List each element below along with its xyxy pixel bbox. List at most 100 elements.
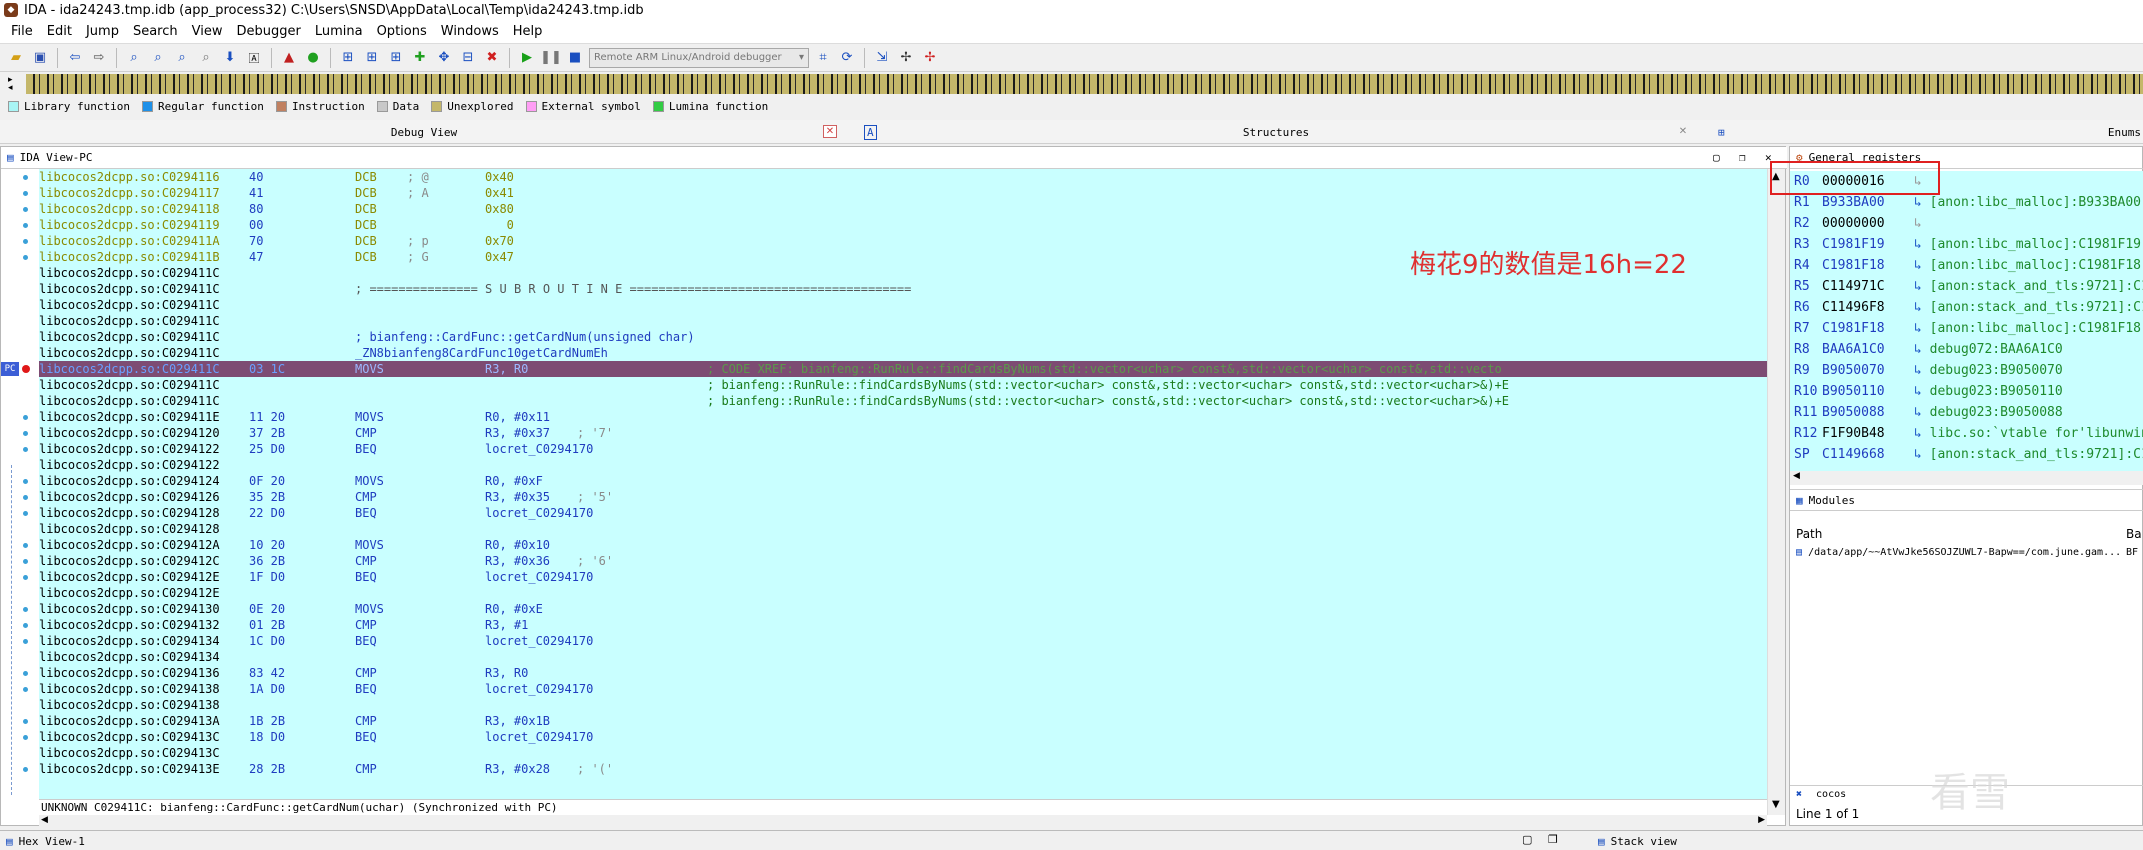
- disasm-line[interactable]: libcocos2dcpp.so:C029411C: [39, 313, 1767, 329]
- disasm-line[interactable]: libcocos2dcpp.so:C029413A 1B 2B CMP R3, #0x…: [39, 713, 1767, 729]
- menu-options[interactable]: Options: [370, 24, 434, 39]
- breakpoint-slot[interactable]: [23, 719, 28, 724]
- disasm-line[interactable]: libcocos2dcpp.so:C0294120 37 2B CMP R3, #0x…: [39, 425, 1767, 441]
- breakpoint-slot[interactable]: [23, 671, 28, 676]
- register-value[interactable]: C11496F8: [1822, 297, 1914, 318]
- breakpoint-slot[interactable]: [23, 511, 28, 516]
- delete-icon[interactable]: ✖: [482, 48, 502, 68]
- disasm-line[interactable]: libcocos2dcpp.so:C029412A 10 20 MOVS R0, #0…: [39, 537, 1767, 553]
- menu-view[interactable]: View: [185, 24, 230, 39]
- disasm-line[interactable]: libcocos2dcpp.so:C029413E 28 2B CMP R3, #0x…: [39, 761, 1767, 777]
- jump-arrow-icon[interactable]: ↳: [1914, 321, 1930, 336]
- breakpoint-slot[interactable]: [23, 623, 28, 628]
- register-value[interactable]: C1981F18: [1822, 318, 1914, 339]
- breakpoint-slot[interactable]: [23, 175, 28, 180]
- text-icon[interactable]: 🄰: [244, 48, 264, 68]
- breakpoint-slot[interactable]: [23, 687, 28, 692]
- modules-row[interactable]: ▤ /data/app/~~AtVwJke56SOJZUWL7-Bapw==/c…: [1790, 547, 2143, 565]
- scroll-down-icon[interactable]: ▼: [1772, 799, 1780, 810]
- text-search-icon[interactable]: ⌕: [148, 48, 168, 68]
- disasm-line[interactable]: libcocos2dcpp.so:C0294134 1C D0 BEQ locret_…: [39, 633, 1767, 649]
- breakpoint-dot[interactable]: [22, 365, 30, 373]
- register-value[interactable]: 00000000: [1822, 213, 1914, 234]
- disasm-line[interactable]: libcocos2dcpp.so:C029412E 1F D0 BEQ locret_…: [39, 569, 1767, 585]
- save-icon[interactable]: ▣: [30, 48, 50, 68]
- register-value[interactable]: C1981F18: [1822, 255, 1914, 276]
- segment-icon[interactable]: ⊟: [458, 48, 478, 68]
- disasm-line[interactable]: libcocos2dcpp.so:C0294117 41 DCB 0x41 ; A: [39, 185, 1767, 201]
- breakpoint-slot[interactable]: [23, 575, 28, 580]
- scroll-left-icon[interactable]: ◀: [41, 815, 48, 825]
- breakpoint-slot[interactable]: [23, 447, 28, 452]
- disasm-line[interactable]: libcocos2dcpp.so:C0294124 0F 20 MOVS R0, #0…: [39, 473, 1767, 489]
- menu-help[interactable]: Help: [506, 24, 550, 39]
- binary-search-icon[interactable]: ⌕: [124, 48, 144, 68]
- disasm-line[interactable]: libcocos2dcpp.so:C029413C: [39, 745, 1767, 761]
- disasm-line[interactable]: libcocos2dcpp.so:C0294119 00 DCB 0: [39, 217, 1767, 233]
- nav-scroll-arrows[interactable]: ▸ ◂: [8, 76, 22, 93]
- register-value[interactable]: C1149668: [1822, 444, 1914, 465]
- register-row[interactable]: R7 C1981F18 ↳ [anon:libc_malloc]:C1981F18: [1794, 318, 2143, 339]
- breakpoint-delete-icon[interactable]: ✢: [920, 48, 940, 68]
- menu-windows[interactable]: Windows: [434, 24, 506, 39]
- step-into-icon[interactable]: ⇲: [872, 48, 892, 68]
- register-row[interactable]: R2 00000000 ↳: [1794, 213, 2143, 234]
- disasm-line[interactable]: libcocos2dcpp.so:C0294116 40 DCB 0x40 ; @: [39, 169, 1767, 185]
- breakpoint-slot[interactable]: [23, 431, 28, 436]
- modules-col-base[interactable]: Ba: [2126, 527, 2142, 541]
- horizontal-scrollbar[interactable]: ◀ ▶: [39, 815, 1767, 827]
- close-icon[interactable]: ✕: [1676, 125, 1690, 138]
- disasm-line[interactable]: libcocos2dcpp.so:C029411C: [39, 297, 1767, 313]
- disasm-line[interactable]: libcocos2dcpp.so:C0294130 0E 20 MOVS R0, #0…: [39, 601, 1767, 617]
- register-row[interactable]: R4 C1981F18 ↳ [anon:libc_malloc]:C1981F18: [1794, 255, 2143, 276]
- breakpoint-slot[interactable]: [23, 415, 28, 420]
- breakpoint-slot[interactable]: [23, 543, 28, 548]
- jump-arrow-icon[interactable]: ↳: [1914, 426, 1930, 441]
- breakpoint-slot[interactable]: [23, 223, 28, 228]
- breakpoint-slot[interactable]: [23, 559, 28, 564]
- tab-stack-view[interactable]: ▤ Stack view: [1598, 833, 1677, 850]
- register-row[interactable]: R3 C1981F19 ↳ [anon:libc_malloc]:C1981F19: [1794, 234, 2143, 255]
- disasm-line[interactable]: libcocos2dcpp.so:C0294136 83 42 CMP R3, R0: [39, 665, 1767, 681]
- pause-icon[interactable]: ❚❚: [540, 48, 562, 68]
- menu-file[interactable]: File: [4, 24, 40, 39]
- breakpoint-add-icon[interactable]: ✢: [896, 48, 916, 68]
- down-arrow-icon[interactable]: ⬇: [220, 48, 240, 68]
- register-row[interactable]: R12 F1F90B48 ↳ libc.so:`vtable for'libunwi…: [1794, 423, 2143, 444]
- disasm-line[interactable]: libcocos2dcpp.so:C0294128 22 D0 BEQ locret_…: [39, 505, 1767, 521]
- jump-arrow-icon[interactable]: ↳: [1914, 405, 1930, 420]
- jump-arrow-icon[interactable]: ↳: [1914, 258, 1930, 273]
- register-value[interactable]: B933BA00: [1822, 192, 1914, 213]
- breakpoint-slot[interactable]: [23, 479, 28, 484]
- open-file-icon[interactable]: ▰: [6, 48, 26, 68]
- registers-list[interactable]: R0 00000016 ↳ R1 B933BA00 ↳ [anon:libc_mallo…: [1770, 161, 2143, 471]
- breakpoint-slot[interactable]: [23, 735, 28, 740]
- disasm-line[interactable]: libcocos2dcpp.so:C029412C 36 2B CMP R3, #0x…: [39, 553, 1767, 569]
- disasm-line[interactable]: libcocos2dcpp.so:C029411C ; =============…: [39, 281, 1767, 297]
- jump-arrow-icon[interactable]: ↳: [1914, 279, 1930, 294]
- breakpoint-slot[interactable]: [23, 255, 28, 260]
- disasm-line[interactable]: libcocos2dcpp.so:C029411C _ZN8bianfeng8Ca…: [39, 345, 1767, 361]
- restore-icon[interactable]: ❐: [1548, 833, 1558, 846]
- disasm-line[interactable]: libcocos2dcpp.so:C0294122: [39, 457, 1767, 473]
- jump-arrow-icon[interactable]: ↳: [1914, 342, 1930, 357]
- vertical-scrollbar[interactable]: ▲ ▼: [1767, 169, 1785, 815]
- modules-search-input[interactable]: cocos: [1816, 789, 1846, 800]
- disasm-line[interactable]: libcocos2dcpp.so:C0294118 80 DCB 0x80: [39, 201, 1767, 217]
- tab-debug-view[interactable]: Debug View: [0, 120, 848, 144]
- debugger-select[interactable]: Remote ARM Linux/Android debugger ▾: [589, 47, 809, 68]
- jump-arrow-icon[interactable]: ↳: [1914, 237, 1930, 252]
- disasm-line[interactable]: libcocos2dcpp.so:C029411C ; bianfeng::Car…: [39, 329, 1767, 345]
- disasm-line[interactable]: libcocos2dcpp.so:C029413C 18 D0 BEQ locret_…: [39, 729, 1767, 745]
- breakpoint-slot[interactable]: [23, 607, 28, 612]
- disasm-line[interactable]: libcocos2dcpp.so:C0294138: [39, 697, 1767, 713]
- tab-structures[interactable]: A Structures: [860, 120, 1692, 144]
- attach-icon[interactable]: ⌗: [813, 48, 833, 68]
- refresh-icon[interactable]: ⟳: [837, 48, 857, 68]
- jump-arrow-icon[interactable]: ↳: [1914, 363, 1930, 378]
- register-value[interactable]: B9050088: [1822, 402, 1914, 423]
- function-icon[interactable]: ⊞: [338, 48, 358, 68]
- jump-arrow-icon[interactable]: ↳: [1914, 384, 1930, 399]
- jump-arrow-icon[interactable]: ↳: [1914, 447, 1930, 462]
- patch-icon[interactable]: ✥: [434, 48, 454, 68]
